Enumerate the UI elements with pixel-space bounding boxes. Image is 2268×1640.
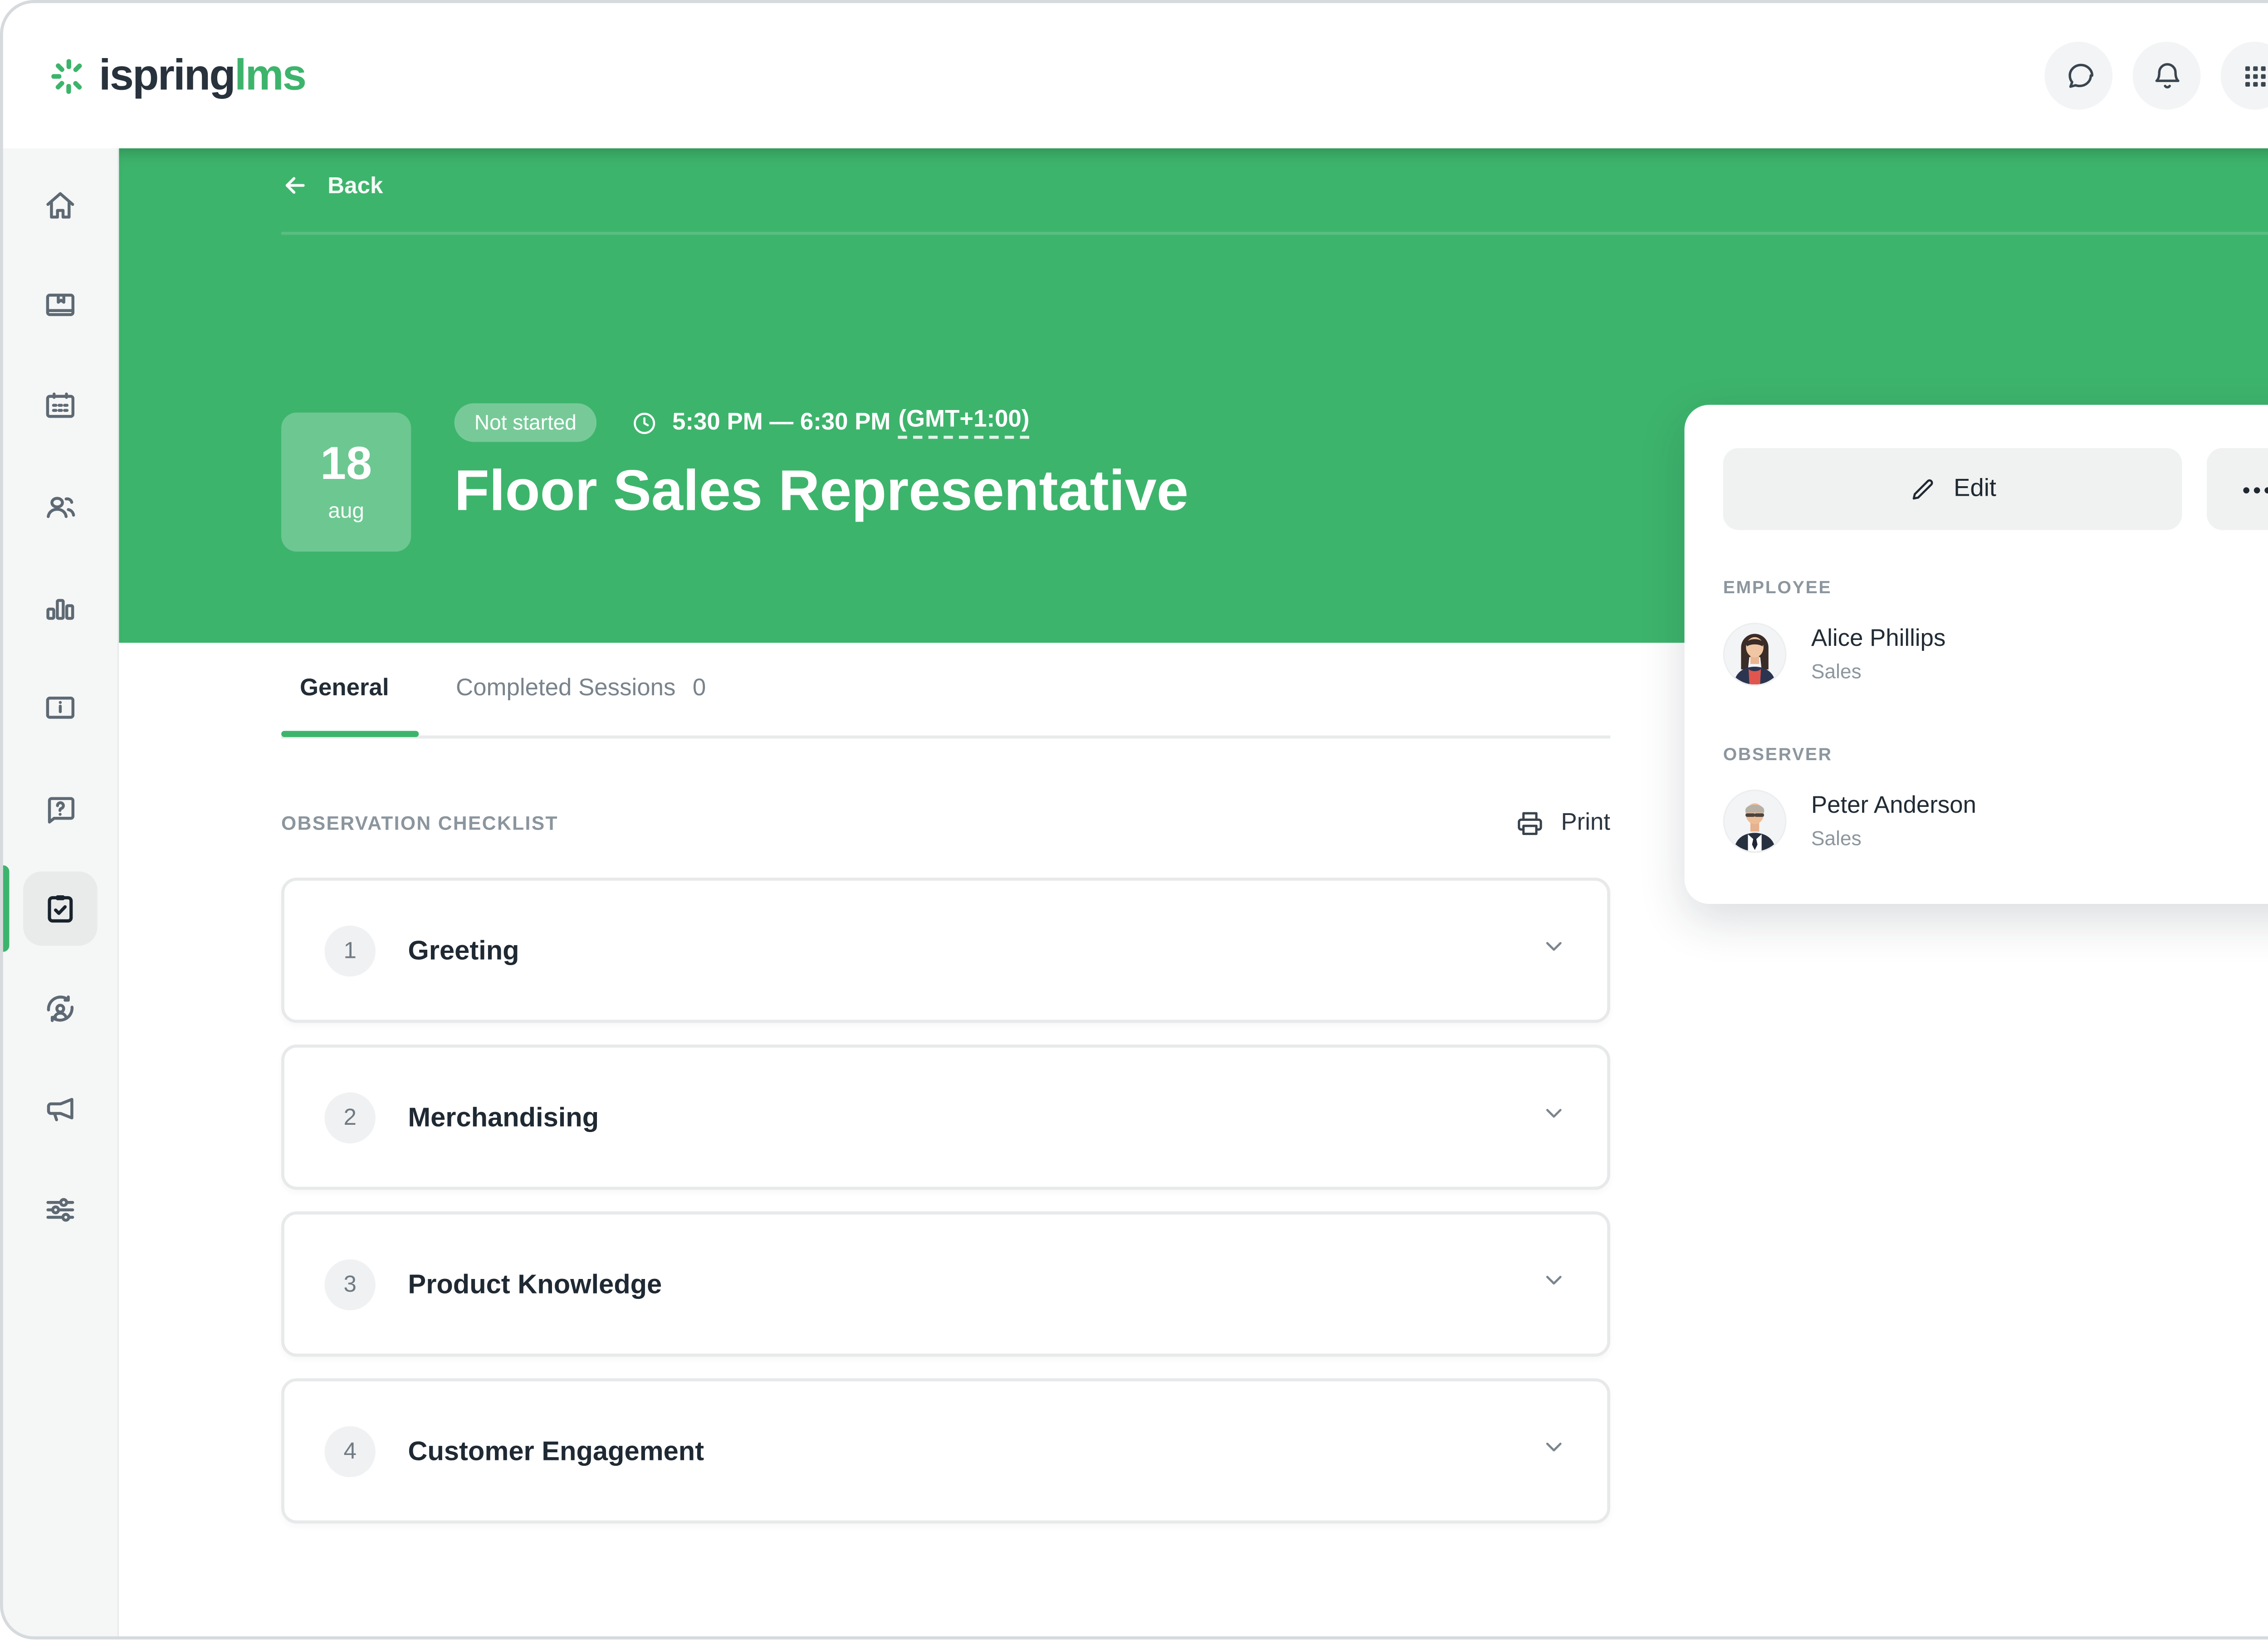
apps-grid-icon[interactable]	[2220, 41, 2268, 110]
checklist-item-greeting[interactable]: 1 Greeting	[281, 878, 1610, 1023]
screenshot-viewport: ispringlms Back 18 aug Not started 5:30 …	[0, 0, 2268, 1640]
reports-chart-icon	[46, 599, 74, 620]
session-details-card: Edit ••• EMPLOYEE	[1684, 405, 2268, 904]
pencil-icon	[1913, 478, 1934, 499]
item-number: 1	[324, 925, 376, 976]
topbar-actions	[2044, 41, 2268, 110]
trainings-360-icon	[47, 995, 74, 1022]
calendar-icon	[46, 392, 75, 418]
sidebar-item-announcements[interactable]	[23, 1072, 98, 1147]
main-content: Back 18 aug Not started 5:30 PM — 6:30 P…	[119, 148, 2268, 1636]
sidebar-item-courses[interactable]	[23, 269, 98, 343]
header-divider	[281, 232, 2268, 235]
item-number: 2	[324, 1091, 376, 1143]
checklist-item-product-knowledge[interactable]: 3 Product Knowledge	[281, 1211, 1610, 1357]
announcements-megaphone-icon	[47, 1098, 73, 1122]
checklist-items: 1 Greeting 2 Merchandising 3 Product Kno…	[281, 878, 1610, 1524]
observer-avatar[interactable]	[1723, 789, 1787, 852]
printer-icon	[1518, 812, 1542, 835]
arrow-left-icon	[285, 177, 305, 194]
logo-text: ispringlms	[99, 51, 307, 99]
observer-role: Sales	[1811, 825, 1862, 849]
observer-name: Peter Anderson	[1811, 792, 1976, 818]
status-badge: Not started	[454, 403, 597, 442]
home-icon	[46, 192, 74, 219]
session-time: 5:30 PM — 6:30 PM	[672, 409, 891, 435]
question-card-icon	[48, 797, 75, 824]
sidebar-item-home[interactable]	[23, 168, 98, 243]
back-button[interactable]: Back	[281, 171, 383, 199]
employee-info: Alice Phillips Sales	[1811, 625, 2268, 682]
tab-completed-label: Completed Sessions	[456, 675, 676, 702]
tabs-divider	[281, 735, 1610, 739]
sidebar-item-checklists[interactable]	[3, 865, 98, 952]
edit-button[interactable]: Edit	[1723, 448, 2182, 530]
session-timezone[interactable]: (GMT+1:00)	[898, 406, 1030, 439]
item-number: 4	[324, 1425, 376, 1477]
print-label: Print	[1561, 810, 1610, 836]
sidebar-item-calendar[interactable]	[23, 369, 98, 444]
top-bar: ispringlms	[3, 3, 2268, 149]
people-icon	[47, 497, 75, 518]
sidebar	[3, 148, 119, 1636]
chevron-down-icon[interactable]	[1541, 1267, 1567, 1301]
item-label: Merchandising	[408, 1101, 599, 1132]
date-day: 18	[320, 439, 372, 490]
notifications-bell-icon[interactable]	[2132, 41, 2201, 110]
item-label: Customer Engagement	[408, 1435, 704, 1466]
sidebar-item-info[interactable]	[23, 671, 98, 745]
section-title: OBSERVATION CHECKLIST	[281, 813, 558, 835]
sidebar-item-people[interactable]	[23, 470, 98, 544]
chat-icon[interactable]	[2044, 41, 2113, 110]
session-meta: Not started 5:30 PM — 6:30 PM (GMT+1:00)	[454, 403, 1030, 442]
item-number: 3	[324, 1258, 376, 1310]
session-date-badge: 18 aug	[281, 412, 411, 552]
observer-label: OBSERVER	[1723, 746, 1833, 765]
item-label: Product Knowledge	[408, 1268, 662, 1299]
observer-info: Peter Anderson Sales	[1811, 792, 2268, 849]
ispring-flower-icon	[51, 58, 82, 93]
active-tab-indicator	[281, 731, 419, 737]
page-title: Floor Sales Representative	[454, 459, 1189, 522]
employee-label: EMPLOYEE	[1723, 579, 1832, 598]
sidebar-item-reports[interactable]	[23, 570, 98, 644]
more-actions-button[interactable]: •••	[2207, 448, 2268, 530]
back-label: Back	[327, 172, 383, 199]
ellipsis-icon: •••	[2242, 477, 2268, 502]
checklist-section-header: OBSERVATION CHECKLIST Print	[281, 804, 1610, 844]
clock-icon	[631, 409, 658, 436]
date-month: aug	[328, 498, 364, 522]
item-label: Greeting	[408, 934, 519, 965]
info-card-icon	[46, 697, 75, 719]
chevron-down-icon[interactable]	[1541, 1434, 1567, 1468]
tab-completed-sessions[interactable]: Completed Sessions 0	[456, 675, 706, 703]
chevron-down-icon[interactable]	[1541, 933, 1567, 967]
employee-name: Alice Phillips	[1811, 625, 1946, 652]
sidebar-item-quizzes[interactable]	[23, 771, 98, 845]
observer-row: Peter Anderson Sales	[1723, 785, 2268, 856]
checklist-item-merchandising[interactable]: 2 Merchandising	[281, 1045, 1610, 1190]
employee-role: Sales	[1811, 659, 1862, 683]
chevron-down-icon[interactable]	[1541, 1100, 1567, 1134]
observation-checklist-icon	[48, 895, 73, 923]
app-window: ispringlms Back 18 aug Not started 5:30 …	[0, 0, 2268, 1640]
sidebar-item-trainings[interactable]	[23, 972, 98, 1046]
ispring-lms-logo[interactable]: ispringlms	[49, 51, 307, 99]
settings-sliders-icon	[46, 1198, 74, 1222]
sidebar-item-settings[interactable]	[23, 1173, 98, 1247]
tab-completed-count: 0	[692, 675, 706, 702]
employee-avatar[interactable]	[1723, 622, 1787, 685]
edit-label: Edit	[1954, 475, 1996, 502]
tab-general[interactable]: General	[300, 675, 389, 703]
courses-book-icon	[46, 293, 75, 316]
print-button[interactable]: Print	[1515, 808, 1610, 839]
checklist-item-customer-engagement[interactable]: 4 Customer Engagement	[281, 1378, 1610, 1524]
employee-row: Alice Phillips Sales	[1723, 618, 2268, 689]
